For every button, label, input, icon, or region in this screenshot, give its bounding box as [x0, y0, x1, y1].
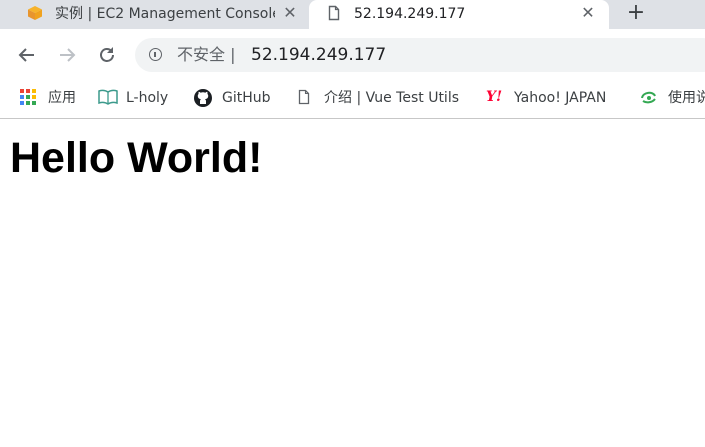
apps-grid-icon [20, 89, 36, 105]
page-icon [296, 89, 312, 105]
address-bar[interactable]: 不安全 | 52.194.249.177 [135, 38, 705, 72]
page-content: Hello World! [0, 119, 705, 447]
security-status: 不安全 | [177, 45, 236, 64]
forward-button[interactable] [54, 42, 80, 68]
back-button[interactable] [14, 42, 40, 68]
tab-title: 实例 | EC2 Management Console [55, 6, 275, 22]
tab-title: 52.194.249.177 [354, 6, 466, 22]
new-tab-button[interactable]: + [624, 1, 648, 25]
page-icon [326, 5, 342, 21]
bookmarks-bar: 应用 L-holy GitHub 介绍 | Vue Test Utils Y! … [0, 83, 705, 119]
yahoo-icon: Y! [486, 89, 503, 105]
close-icon[interactable]: ✕ [281, 4, 299, 22]
aws-box-icon [27, 5, 43, 21]
green-logo-icon [640, 89, 656, 105]
reload-button[interactable] [94, 42, 120, 68]
book-icon [98, 89, 118, 105]
tab-ec2-console[interactable]: 实例 | EC2 Management Console ✕ [0, 0, 309, 29]
url-text[interactable]: 52.194.249.177 [251, 45, 386, 65]
tab-active-page[interactable]: 52.194.249.177 ✕ [309, 0, 609, 29]
page-heading: Hello World! [10, 134, 263, 182]
tab-strip: 实例 | EC2 Management Console ✕ 52.194.249… [0, 0, 705, 29]
close-icon[interactable]: ✕ [579, 4, 597, 22]
github-icon [194, 89, 212, 107]
info-icon[interactable] [149, 48, 162, 61]
browser-toolbar: 不安全 | 52.194.249.177 [0, 29, 705, 83]
